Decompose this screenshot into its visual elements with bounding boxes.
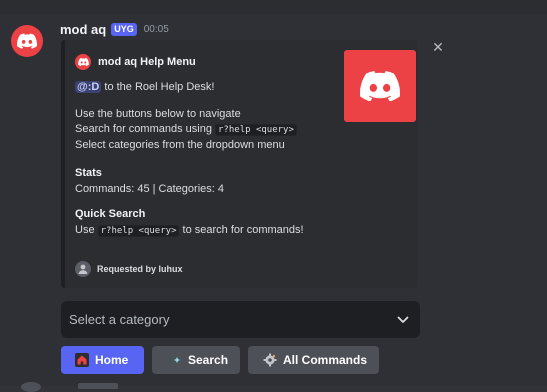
navigate-line: Use the buttons below to navigate (75, 108, 241, 120)
discord-logo-icon (17, 33, 37, 49)
category-select-placeholder: Select a category (69, 312, 170, 327)
greeting-text: to the Roel Help Desk! (101, 81, 215, 93)
search-button-label: Search (188, 353, 229, 367)
close-icon[interactable]: ✕ (432, 40, 444, 54)
search-line-text: Search for commands using (75, 123, 216, 135)
quick-search-title: Quick Search (75, 208, 146, 220)
username[interactable]: mod aq (60, 22, 106, 37)
bot-message: mod aq UYG 00:05 ✕ mod aq Help Menu @:D … (0, 14, 547, 392)
help-embed: mod aq Help Menu @:D to the Roel Help De… (61, 40, 418, 288)
search-command-code: r?help <query> (215, 124, 297, 136)
action-buttons: Home Search All Commands (61, 346, 379, 374)
embed-description: @:D to the Roel Help Desk! Use the butto… (75, 80, 345, 153)
previous-message-area (0, 0, 547, 14)
discord-logo-icon (360, 71, 400, 101)
next-message-avatar (21, 382, 41, 392)
quick-search-suffix: to search for commands! (179, 224, 304, 236)
requester-avatar-icon (75, 261, 91, 277)
next-message-header (78, 383, 118, 389)
quick-search-field: Quick Search Use r?help <query> to searc… (75, 207, 375, 239)
sparkle-icon (172, 353, 182, 367)
bot-avatar[interactable] (11, 25, 43, 57)
chevron-down-icon (397, 316, 409, 323)
embed-footer: Requested by luhux (75, 261, 183, 277)
footer-text: Requested by luhux (97, 264, 183, 274)
search-button[interactable]: Search (152, 346, 240, 374)
quick-search-prefix: Use (75, 224, 98, 236)
timestamp[interactable]: 00:05 (144, 24, 169, 35)
all-commands-button-label: All Commands (283, 353, 368, 367)
stats-title: Stats (75, 167, 102, 179)
embed-author: mod aq Help Menu (75, 54, 196, 70)
stats-field: Stats Commands: 45 | Categories: 4 (75, 166, 375, 197)
author-avatar-icon (75, 54, 91, 70)
message-header: mod aq UYG 00:05 (60, 20, 169, 38)
user-mention[interactable]: @:D (75, 81, 102, 93)
quick-search-value: Use r?help <query> to search for command… (75, 223, 375, 239)
app-tag: UYG (111, 22, 137, 36)
greeting-line: @:D to the Roel Help Desk! (75, 80, 345, 95)
categories-line: Select categories from the dropdown menu (75, 139, 285, 151)
all-commands-button[interactable]: All Commands (248, 346, 379, 374)
home-icon (75, 353, 89, 367)
home-button-label: Home (95, 353, 129, 367)
embed-thumbnail[interactable] (344, 50, 416, 122)
gear-icon (263, 353, 277, 367)
embed-author-name: mod aq Help Menu (98, 56, 196, 68)
stats-value: Commands: 45 | Categories: 4 (75, 183, 224, 195)
category-select[interactable]: Select a category (61, 301, 420, 338)
search-line: Search for commands using r?help <query> (75, 122, 345, 138)
home-button[interactable]: Home (61, 346, 144, 374)
quick-search-code: r?help <query> (97, 225, 180, 237)
